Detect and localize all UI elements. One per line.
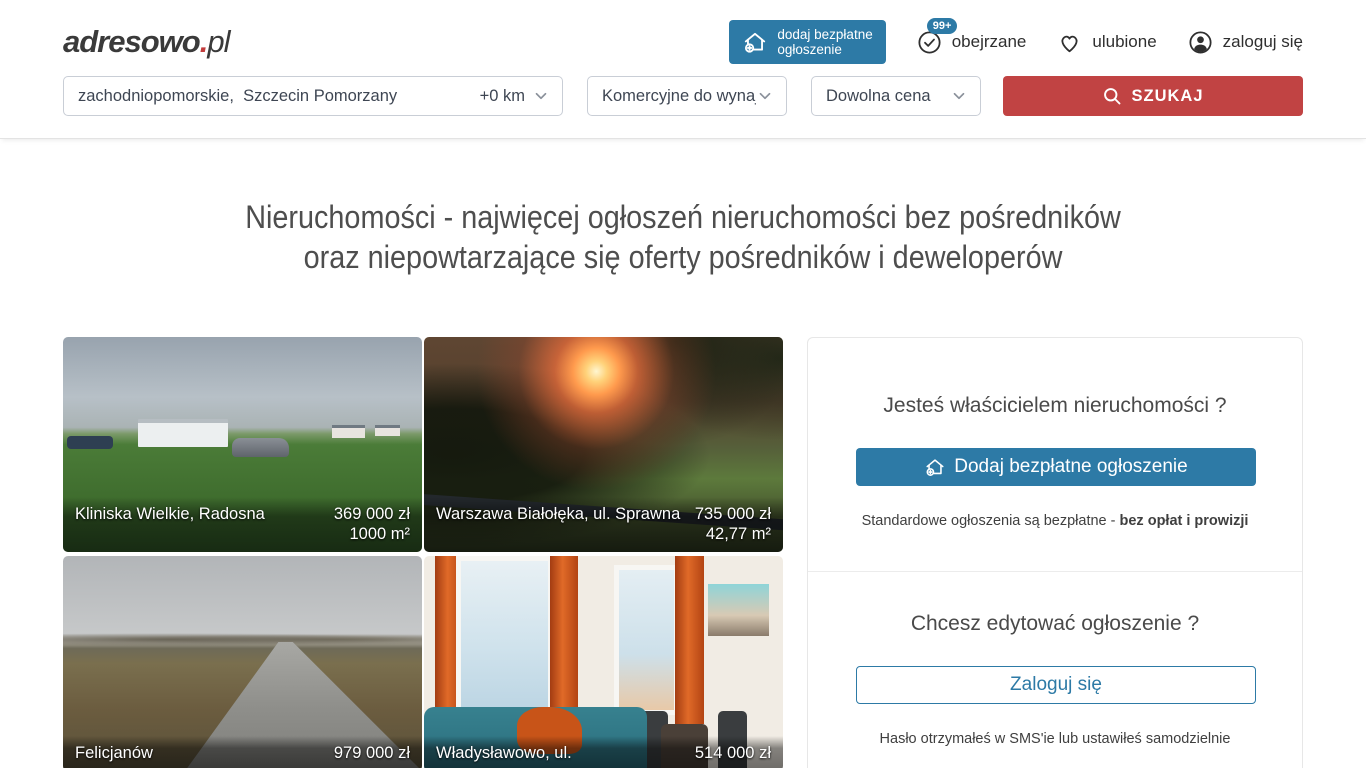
- listing-location: Warszawa Białołęka, ul. Sprawna: [436, 504, 685, 544]
- listing-caption: Kliniska Wielkie, Radosna 369 000 zł 100…: [63, 497, 422, 552]
- search-bar: +0 km Komercyjne do wynaję Dowolna cena …: [0, 64, 1366, 139]
- listing-location: Władysławowo, ul.: [436, 743, 685, 763]
- owner-panel: Jesteś właścicielem nieruchomości ? Doda…: [807, 337, 1303, 768]
- heart-icon: [1056, 29, 1083, 56]
- owner-section-note: Standardowe ogłoszenia są bezpłatne - be…: [856, 513, 1254, 529]
- top-header: adresowo.pl dodaj bezpłatne ogłoszenie: [0, 0, 1366, 64]
- search-submit-button[interactable]: SZUKAJ: [1003, 76, 1303, 116]
- radius-value: +0 km: [480, 87, 525, 106]
- header-actions: dodaj bezpłatne ogłoszenie 99+ obejrzane: [729, 20, 1303, 64]
- listing-area: 1000 m²: [334, 524, 410, 544]
- listing-caption: Felicjanów 979 000 zł: [63, 736, 422, 768]
- listing-caption: Warszawa Białołęka, ul. Sprawna 735 000 …: [424, 497, 783, 552]
- listing-caption: Władysławowo, ul. 514 000 zł: [424, 736, 783, 768]
- listing-price: 979 000 zł: [334, 743, 410, 763]
- add-listing-button[interactable]: dodaj bezpłatne ogłoszenie: [729, 20, 885, 64]
- radius-dropdown[interactable]: +0 km: [480, 87, 550, 106]
- price-value: Dowolna cena: [826, 87, 931, 106]
- listing-location: Felicjanów: [75, 743, 324, 763]
- listing-card[interactable]: Felicjanów 979 000 zł: [63, 556, 422, 768]
- house-plus-icon: [924, 456, 946, 478]
- edit-section: Chcesz edytować ogłoszenie ? Zaloguj się…: [808, 571, 1302, 768]
- chevron-down-icon: [950, 87, 968, 105]
- sidebar-login-label: Zaloguj się: [1010, 674, 1102, 696]
- login-link[interactable]: zaloguj się: [1187, 29, 1303, 56]
- brand-logo-light: pl: [207, 24, 229, 59]
- listing-area: 42,77 m²: [695, 524, 771, 544]
- category-value: Komercyjne do wynaję: [602, 87, 756, 106]
- viewed-link[interactable]: 99+ obejrzane: [916, 29, 1027, 56]
- listing-grid: Kliniska Wielkie, Radosna 369 000 zł 100…: [63, 337, 783, 768]
- edit-section-title: Chcesz edytować ogłoszenie ?: [856, 612, 1254, 636]
- listing-card[interactable]: Kliniska Wielkie, Radosna 369 000 zł 100…: [63, 337, 422, 552]
- listing-card[interactable]: Władysławowo, ul. 514 000 zł: [424, 556, 783, 768]
- edit-section-note: Hasło otrzymałeś w SMS'ie lub ustawiłeś …: [856, 731, 1254, 747]
- listing-card[interactable]: Warszawa Białołęka, ul. Sprawna 735 000 …: [424, 337, 783, 552]
- owner-section-title: Jesteś właścicielem nieruchomości ?: [856, 394, 1254, 418]
- listing-price: 514 000 zł: [695, 743, 771, 763]
- page-title: Nieruchomości - najwięcej ogłoszeń nieru…: [125, 197, 1241, 277]
- sidebar-add-listing-label: Dodaj bezpłatne ogłoszenie: [954, 456, 1187, 478]
- chevron-down-icon: [756, 87, 774, 105]
- favorites-link[interactable]: ulubione: [1056, 29, 1156, 56]
- user-circle-icon: [1187, 29, 1214, 56]
- listing-price: 369 000 zł: [334, 504, 410, 524]
- favorites-label: ulubione: [1092, 32, 1156, 52]
- search-submit-label: SZUKAJ: [1131, 87, 1203, 106]
- add-listing-label: dodaj bezpłatne ogłoszenie: [777, 27, 872, 57]
- price-select[interactable]: Dowolna cena: [811, 76, 981, 116]
- listing-location: Kliniska Wielkie, Radosna: [75, 504, 324, 544]
- sidebar-login-button[interactable]: Zaloguj się: [856, 666, 1256, 704]
- location-input[interactable]: [78, 87, 480, 106]
- search-icon: [1102, 86, 1123, 107]
- house-plus-icon: [742, 29, 768, 55]
- brand-logo[interactable]: adresowo.pl: [63, 24, 229, 60]
- owner-section: Jesteś właścicielem nieruchomości ? Doda…: [808, 338, 1302, 571]
- sidebar-add-listing-button[interactable]: Dodaj bezpłatne ogłoszenie: [856, 448, 1256, 486]
- listing-price: 735 000 zł: [695, 504, 771, 524]
- brand-logo-bold: adresowo: [63, 24, 200, 59]
- viewed-count-badge: 99+: [927, 18, 958, 34]
- login-label: zaloguj się: [1223, 32, 1303, 52]
- category-select[interactable]: Komercyjne do wynaję: [587, 76, 787, 116]
- chevron-down-icon: [532, 87, 550, 105]
- viewed-label: obejrzane: [952, 32, 1027, 52]
- location-field[interactable]: +0 km: [63, 76, 563, 116]
